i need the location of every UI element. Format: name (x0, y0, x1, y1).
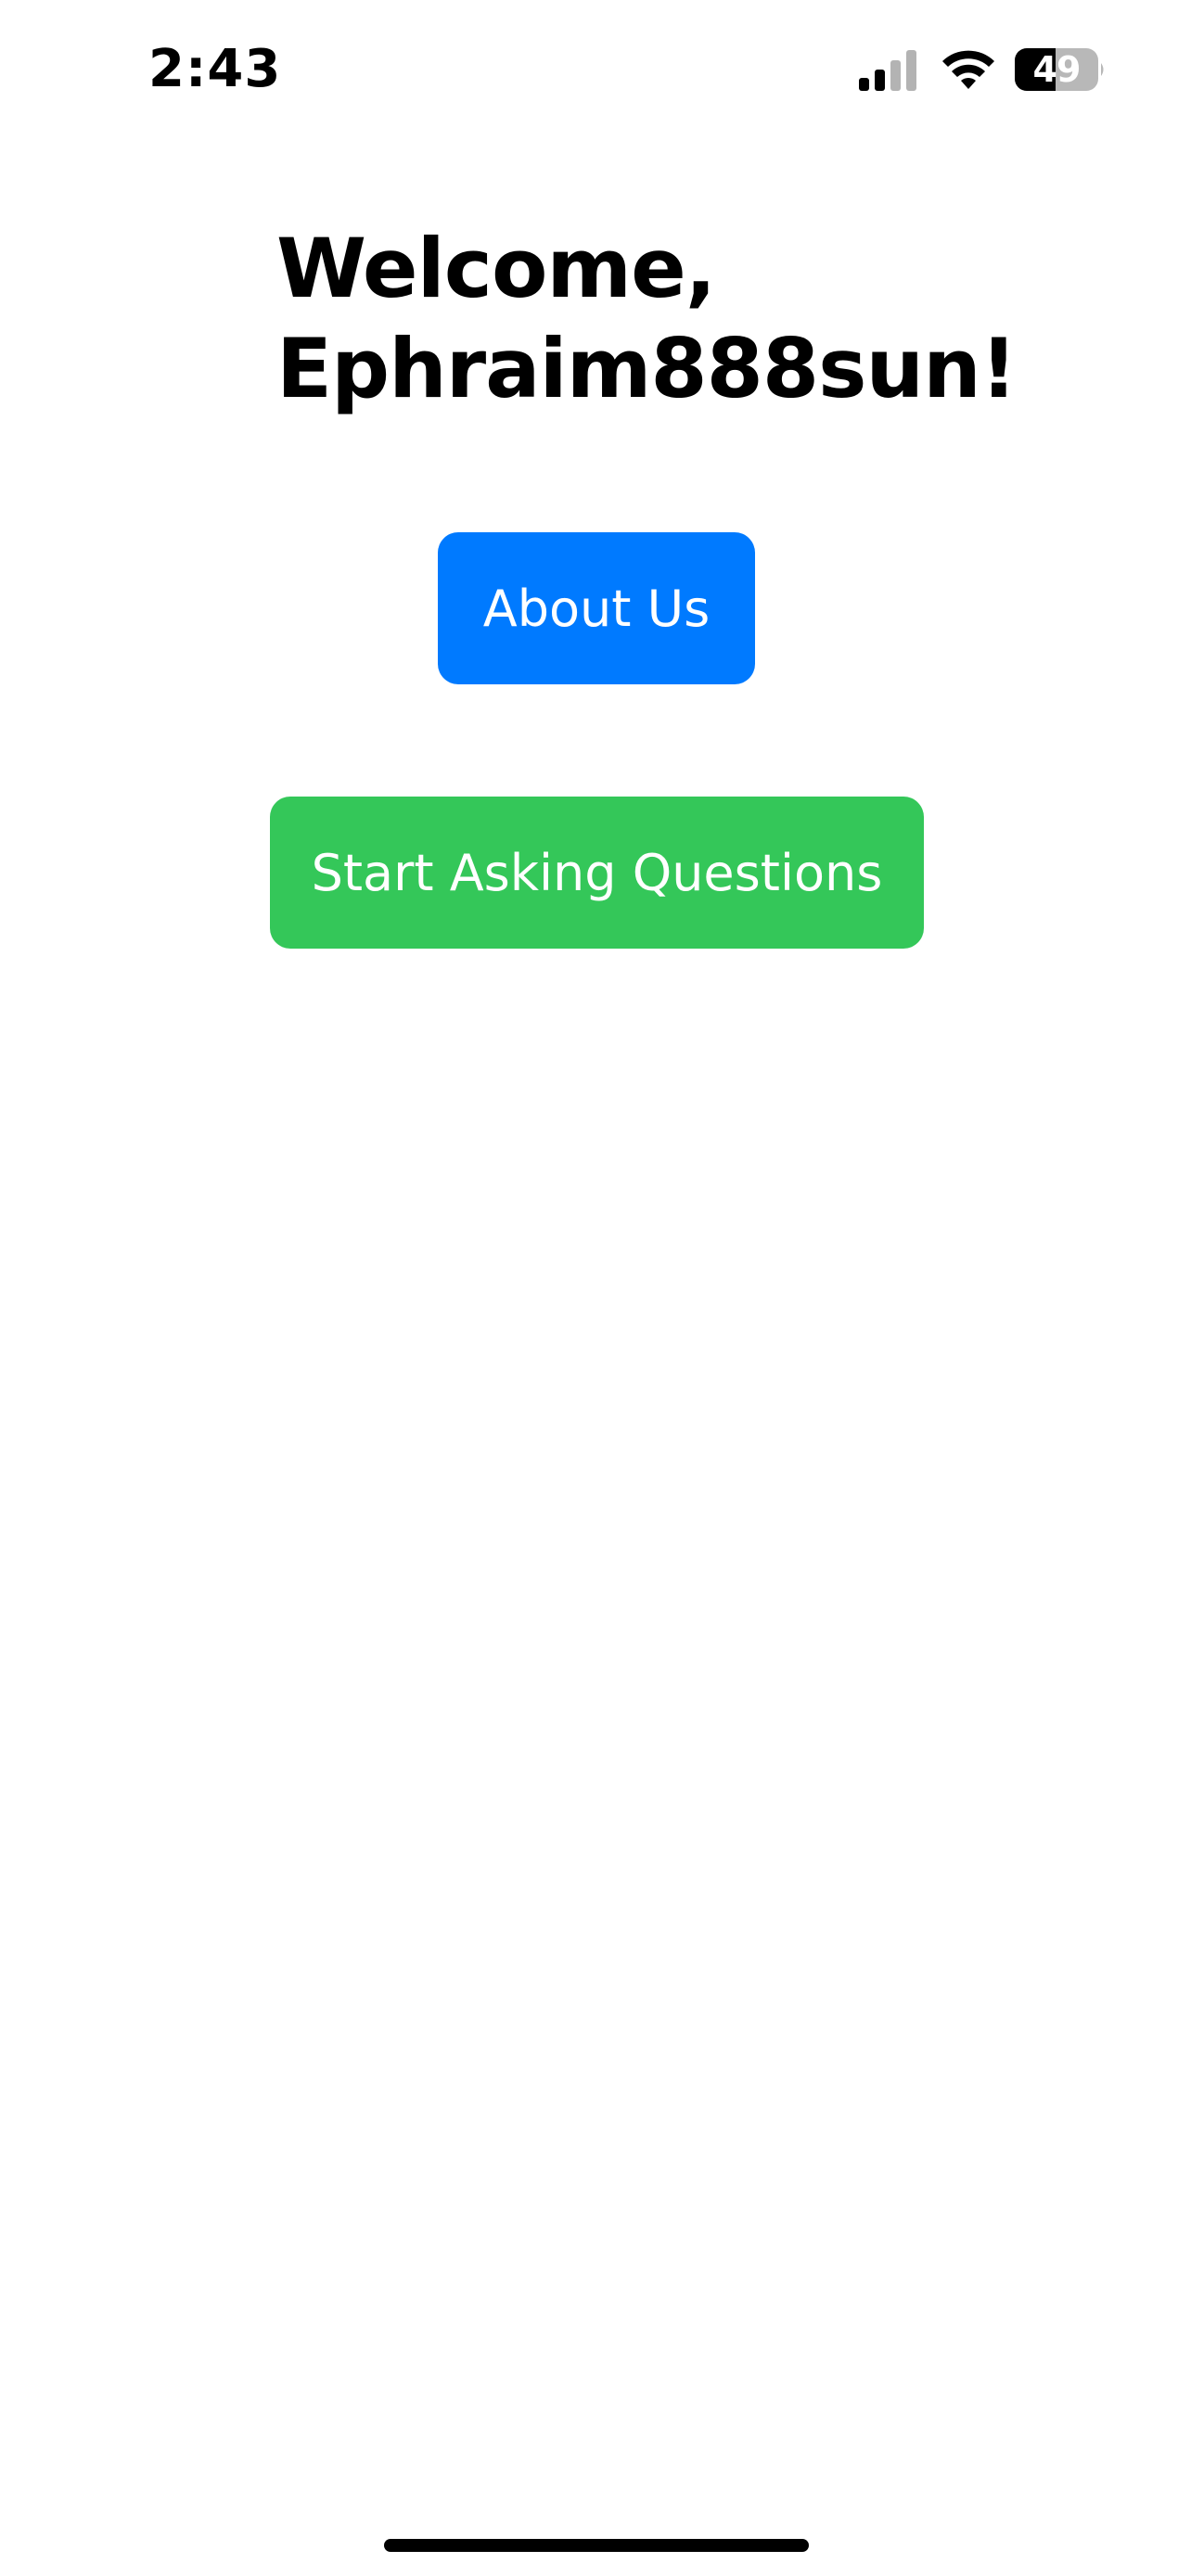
about-us-button[interactable]: About Us (438, 532, 755, 684)
battery-level: 49 (1032, 49, 1082, 90)
welcome-line-greeting: Welcome, (276, 221, 716, 316)
welcome-line-username: Ephraim888sun! (276, 321, 1018, 416)
start-asking-questions-button[interactable]: Start Asking Questions (270, 797, 924, 949)
wifi-icon (942, 50, 994, 89)
status-time: 2:43 (148, 39, 282, 99)
signal-icon (859, 50, 916, 91)
status-bar: 2:43 49 (0, 0, 1191, 139)
welcome-title: Welcome, Ephraim888sun! (276, 219, 1018, 419)
home-indicator[interactable] (384, 2539, 809, 2552)
